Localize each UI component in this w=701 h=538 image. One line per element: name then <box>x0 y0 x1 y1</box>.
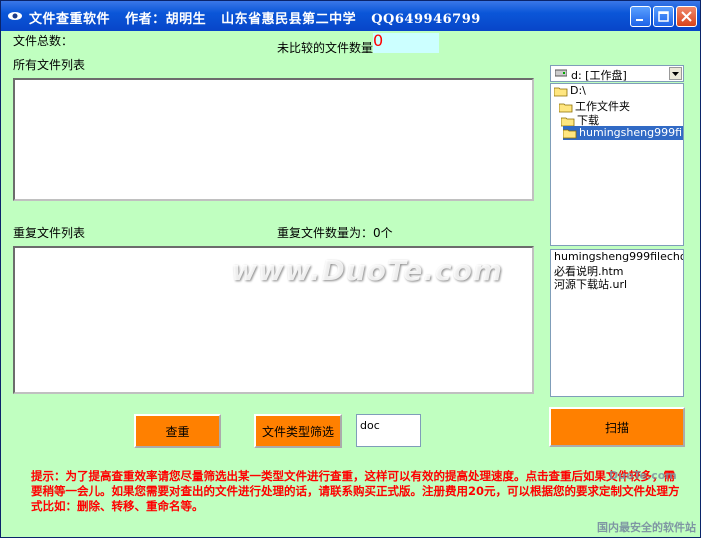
minimize-button[interactable] <box>630 6 651 27</box>
folder-open-icon <box>559 103 573 112</box>
folder-open-icon <box>561 117 575 126</box>
directory-tree[interactable]: D:\ 工作文件夹 下载 humingsheng999filecl <box>550 83 684 246</box>
dup-files-label: 重复文件列表 <box>13 226 86 240</box>
uncompared-label: 未比较的文件数量 <box>277 41 374 55</box>
watermark-text: www.DuoTe.com <box>231 254 503 287</box>
close-icon <box>681 11 692 22</box>
window-title: 文件查重软件 作者：胡明生 山东省惠民县第二中学 QQ649946799 <box>29 12 481 27</box>
file-listbox[interactable]: humingsheng999filechong.e 必看说明.htm 河源下载站… <box>550 249 684 397</box>
dir-item-label: humingsheng999filecl <box>579 126 683 139</box>
drive-select-value: d: [工作盘] <box>571 69 627 82</box>
maximize-button[interactable] <box>653 6 674 27</box>
filter-type-button[interactable]: 文件类型筛选 <box>254 414 342 448</box>
hint-text: 提示：为了提高查重效率请您尽量筛选出某一类型文件进行查重，这样可以有效的提高处理… <box>31 469 680 513</box>
file-item[interactable]: humingsheng999filechong.e <box>551 250 683 263</box>
dir-item[interactable]: D:\ <box>554 84 586 98</box>
eye-icon <box>8 12 22 20</box>
all-files-label: 所有文件列表 <box>13 58 86 72</box>
total-files-label: 文件总数： <box>13 34 74 48</box>
scan-button[interactable]: 扫描 <box>549 407 685 447</box>
app-window: 文件查重软件 作者：胡明生 山东省惠民县第二中学 QQ649946799 文件总… <box>0 0 701 538</box>
dir-item[interactable]: 下载 <box>561 112 599 127</box>
file-type-input[interactable]: doc <box>356 414 421 447</box>
site-watermark: DuoTe.com <box>609 469 677 482</box>
file-item[interactable]: 必看说明.htm <box>551 263 683 278</box>
drive-icon <box>555 69 567 77</box>
uncompared-value: 0 <box>373 31 384 50</box>
maximize-icon <box>658 11 669 22</box>
minimize-icon <box>636 19 643 21</box>
all-files-listbox[interactable] <box>13 78 534 201</box>
drive-select[interactable]: d: [工作盘] <box>550 65 684 82</box>
uncompared-count: 0 <box>373 31 439 53</box>
check-dup-button[interactable]: 查重 <box>134 414 221 448</box>
title-bar[interactable]: 文件查重软件 作者：胡明生 山东省惠民县第二中学 QQ649946799 <box>1 1 700 31</box>
dir-item-selected[interactable]: humingsheng999filecl <box>563 126 683 140</box>
corner-watermark: 国内最安全的软件站 <box>597 521 696 534</box>
folder-open-icon <box>554 87 568 96</box>
file-item[interactable]: 河源下载站.url <box>551 276 683 291</box>
dropdown-arrow[interactable] <box>669 67 682 80</box>
chevron-down-icon <box>672 72 679 76</box>
dir-item[interactable]: 工作文件夹 <box>559 98 630 113</box>
dir-item-label: D:\ <box>570 84 586 97</box>
dup-count-label: 重复文件数量为：0个 <box>277 226 393 240</box>
folder-open-icon <box>563 129 577 138</box>
close-button[interactable] <box>676 6 697 27</box>
